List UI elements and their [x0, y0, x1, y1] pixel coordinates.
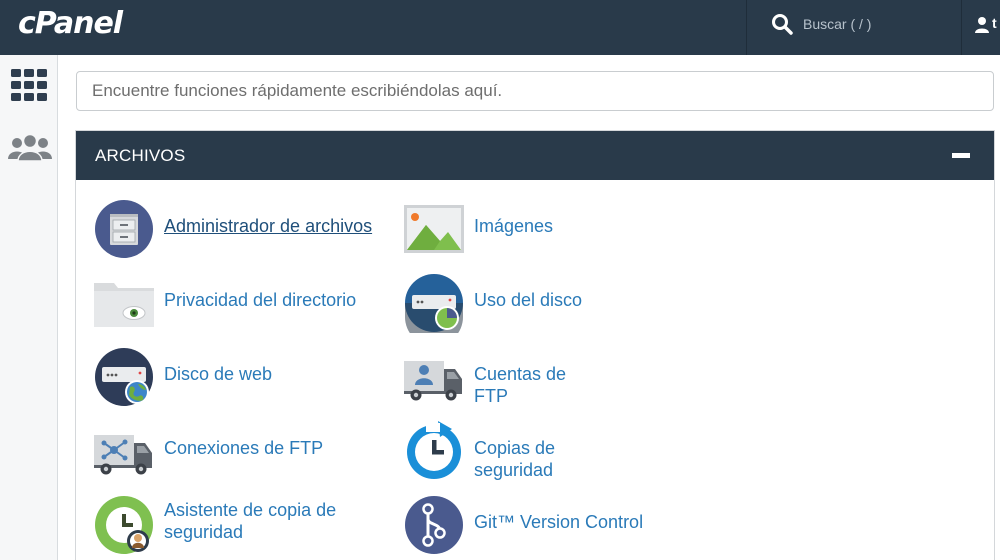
- item-label: Privacidad del directorio: [164, 290, 357, 310]
- users-icon[interactable]: [8, 133, 52, 163]
- item-label-line2: seguridad: [164, 522, 244, 542]
- item-ftp-accounts[interactable]: Cuentas de FTP: [404, 345, 604, 409]
- item-label: Git™ Version Control: [474, 512, 644, 532]
- sidebar: [0, 55, 58, 560]
- item-file-manager[interactable]: Administrador de archivos: [94, 197, 384, 261]
- ftp-accounts-icon: [404, 361, 462, 401]
- file-manager-icon: [95, 200, 153, 258]
- item-disk-usage[interactable]: Uso del disco: [404, 271, 604, 335]
- user-menu[interactable]: t: [974, 14, 1000, 38]
- backup-wizard-icon: [95, 496, 153, 554]
- git-version-control-icon: [405, 496, 463, 554]
- cpanel-logo[interactable]: cPanel: [18, 6, 123, 41]
- collapse-icon[interactable]: [952, 153, 970, 158]
- images-icon: [404, 205, 464, 253]
- item-label: Uso del disco: [474, 290, 583, 310]
- item-label: Conexiones de FTP: [164, 438, 324, 458]
- directory-privacy-icon: [94, 283, 154, 327]
- panel-header[interactable]: ARCHIVOS: [76, 131, 994, 180]
- item-label: Administrador de archivos: [164, 216, 373, 236]
- top-bar: cPanel Buscar ( / ) t: [0, 0, 1000, 55]
- search-icon: [772, 14, 793, 35]
- item-directory-privacy[interactable]: Privacidad del directorio: [94, 271, 384, 335]
- item-ftp-connections[interactable]: Conexiones de FTP: [94, 419, 384, 483]
- item-label: Cuentas de FTP: [474, 364, 567, 406]
- global-search[interactable]: Buscar ( / ): [746, 0, 962, 55]
- quick-search-input[interactable]: [76, 71, 994, 111]
- item-label: Copias de seguridad: [474, 438, 556, 480]
- backup-icon: [407, 421, 461, 479]
- item-backup-wizard[interactable]: Asistente de copia de seguridad: [94, 493, 384, 557]
- panel-title: ARCHIVOS: [95, 146, 186, 165]
- user-icon: [975, 17, 989, 33]
- item-label-line1: Asistente de copia de: [164, 500, 337, 520]
- item-web-disk[interactable]: Disco de web: [94, 345, 384, 409]
- user-name: t: [992, 15, 997, 31]
- item-label: Disco de web: [164, 364, 273, 384]
- ftp-connections-icon: [94, 435, 152, 475]
- item-label: Imágenes: [474, 216, 554, 236]
- item-git-version-control[interactable]: Git™ Version Control: [404, 493, 664, 557]
- global-search-label: Buscar ( / ): [803, 16, 872, 32]
- item-label: Asistente de copia de seguridad: [164, 499, 336, 543]
- item-images[interactable]: Imágenes: [404, 197, 604, 261]
- grid-icon[interactable]: [11, 69, 47, 101]
- main-content: ARCHIVOS Administrador de archivos: [58, 55, 1000, 560]
- web-disk-icon: [95, 348, 153, 406]
- item-backup[interactable]: Copias de seguridad: [404, 419, 624, 483]
- disk-usage-icon: [405, 274, 463, 333]
- files-panel: ARCHIVOS Administrador de archivos Imáge…: [75, 130, 995, 560]
